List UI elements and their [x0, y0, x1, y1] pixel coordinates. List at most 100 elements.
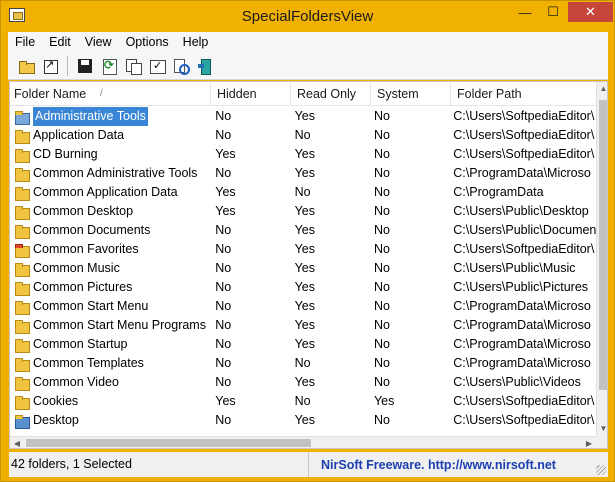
- table-row[interactable]: Common Start Menu Programs No Yes No C:\Prog…: [10, 316, 596, 335]
- table-row[interactable]: Common Desktop Yes Yes No C:\Users\Public\De…: [10, 202, 596, 221]
- toolbar-separator: [67, 55, 68, 76]
- title-bar[interactable]: SpecialFoldersView — ☐ ✕: [1, 1, 614, 32]
- cell-read-only: Yes: [294, 261, 315, 275]
- cell-hidden: No: [215, 299, 232, 313]
- folder-icon: [14, 261, 30, 277]
- cell-folder-path: C:\Users\Public\Pictures: [453, 280, 589, 294]
- cell-hidden: No: [215, 261, 232, 275]
- table-row[interactable]: Common Favorites No Yes No C:\Users\Softpedi…: [10, 240, 596, 259]
- cell-folder-name: Common Start Menu Programs: [10, 316, 209, 335]
- vertical-scrollbar[interactable]: ▲ ▼: [596, 82, 607, 436]
- folder-icon: [18, 58, 35, 74]
- cell-hidden: No: [215, 280, 232, 294]
- menu-file[interactable]: File: [8, 32, 42, 52]
- cell-system: No: [373, 128, 390, 142]
- table-row[interactable]: Common Templates No No No C:\ProgramData\Mic…: [10, 354, 596, 373]
- table-row[interactable]: Cookies Yes No Yes C:\Users\SoftpediaEditor\: [10, 392, 596, 411]
- column-header-hidden[interactable]: Hidden: [211, 82, 291, 106]
- table-row[interactable]: Common Administrative Tools No Yes No C:\Pro…: [10, 164, 596, 183]
- close-button[interactable]: ✕: [568, 2, 613, 22]
- exit-icon: [197, 58, 213, 75]
- scroll-down-icon[interactable]: ▼: [597, 422, 607, 436]
- cell-folder-name: Common Pictures: [10, 278, 209, 297]
- save-icon: [77, 58, 93, 74]
- status-count: 42 folders, 1 Selected: [9, 452, 309, 477]
- exit-button[interactable]: [194, 55, 216, 77]
- table-row[interactable]: Common Documents No Yes No C:\Users\Public\D…: [10, 221, 596, 240]
- folder-name-text: Common Documents: [33, 223, 151, 237]
- search-icon: [173, 58, 190, 75]
- cell-read-only: No: [294, 356, 311, 370]
- cell-system: No: [373, 337, 390, 351]
- folder-icon: [14, 337, 30, 353]
- cell-system: No: [373, 242, 390, 256]
- table-row[interactable]: Common Video No Yes No C:\Users\Public\Video…: [10, 373, 596, 392]
- cell-system: No: [373, 280, 390, 294]
- cell-system: No: [373, 204, 390, 218]
- menu-view[interactable]: View: [78, 32, 119, 52]
- cell-hidden: No: [215, 223, 232, 237]
- menu-help[interactable]: Help: [176, 32, 216, 52]
- refresh-button[interactable]: [98, 55, 120, 77]
- cell-read-only: Yes: [294, 337, 315, 351]
- open-button[interactable]: [39, 55, 61, 77]
- cell-folder-name: Common Administrative Tools: [10, 164, 209, 183]
- column-header-read-only[interactable]: Read Only: [291, 82, 371, 106]
- table-row[interactable]: Common Music No Yes No C:\Users\Public\Music: [10, 259, 596, 278]
- status-bar: 42 folders, 1 Selected NirSoft Freeware.…: [9, 452, 608, 477]
- table-row[interactable]: Desktop No Yes No C:\Users\SoftpediaEditor\: [10, 411, 596, 430]
- cell-read-only: Yes: [294, 204, 315, 218]
- folder-icon: [14, 147, 30, 163]
- open-folder-button[interactable]: [15, 55, 37, 77]
- menu-bar: File Edit View Options Help: [8, 32, 608, 52]
- open-icon: [42, 58, 58, 74]
- save-button[interactable]: [74, 55, 96, 77]
- minimize-button[interactable]: —: [511, 2, 539, 22]
- vertical-scroll-thumb[interactable]: [599, 100, 607, 390]
- scroll-up-icon[interactable]: ▲: [597, 82, 607, 96]
- folder-name-text: Common Start Menu Programs: [33, 318, 206, 332]
- properties-button[interactable]: [146, 55, 168, 77]
- horizontal-scrollbar[interactable]: ◀ ▶: [10, 436, 596, 448]
- cell-folder-path: C:\Users\Public\Documents: [453, 223, 596, 237]
- column-header-folder-path[interactable]: Folder Path: [451, 82, 601, 106]
- column-header-system[interactable]: System: [371, 82, 451, 106]
- folder-name-text: Common Administrative Tools: [33, 166, 198, 180]
- cell-read-only: Yes: [294, 166, 315, 180]
- cell-read-only: Yes: [294, 242, 315, 256]
- resize-grip-icon[interactable]: [596, 465, 606, 475]
- cell-folder-name: Desktop: [10, 411, 209, 430]
- menu-edit[interactable]: Edit: [42, 32, 78, 52]
- folder-icon: [14, 166, 30, 182]
- table-row[interactable]: Common Application Data Yes No No C:\Program…: [10, 183, 596, 202]
- list-rows: Administrative Tools No Yes No C:\Users\Soft…: [10, 107, 596, 430]
- scroll-left-icon[interactable]: ◀: [10, 437, 24, 448]
- cell-read-only: Yes: [294, 223, 315, 237]
- find-button[interactable]: [170, 55, 192, 77]
- copy-button[interactable]: [122, 55, 144, 77]
- folder-icon: [14, 299, 30, 315]
- cell-read-only: Yes: [294, 318, 315, 332]
- menu-options[interactable]: Options: [119, 32, 176, 52]
- table-row[interactable]: CD Burning Yes Yes No C:\Users\SoftpediaEdit…: [10, 145, 596, 164]
- folder-icon: [14, 394, 30, 410]
- cell-folder-path: C:\ProgramData\Microso: [453, 299, 591, 313]
- table-row[interactable]: Administrative Tools No Yes No C:\Users\Soft…: [10, 107, 596, 126]
- column-header-folder-name[interactable]: Folder Name /: [10, 82, 211, 106]
- cell-folder-path: C:\Users\SoftpediaEditor\: [453, 109, 595, 123]
- cell-folder-name: Common Startup: [10, 335, 209, 354]
- cell-hidden: No: [215, 318, 232, 332]
- table-row[interactable]: Common Start Menu No Yes No C:\ProgramData\M…: [10, 297, 596, 316]
- scroll-right-icon[interactable]: ▶: [582, 437, 596, 448]
- table-row[interactable]: Common Pictures No Yes No C:\Users\Public\Pi…: [10, 278, 596, 297]
- horizontal-scroll-thumb[interactable]: [26, 439, 311, 447]
- cell-folder-name: Common Desktop: [10, 202, 209, 221]
- table-row[interactable]: Common Startup No Yes No C:\ProgramData\Micr…: [10, 335, 596, 354]
- nirsoft-link[interactable]: NirSoft Freeware. http://www.nirsoft.net: [309, 458, 556, 472]
- folder-name-text: Cookies: [33, 394, 79, 408]
- table-row[interactable]: Application Data No No No C:\Users\Softpedia…: [10, 126, 596, 145]
- cell-read-only: Yes: [294, 147, 315, 161]
- folders-list[interactable]: Folder Name / Hidden Read Only System Fo…: [9, 81, 608, 449]
- maximize-button[interactable]: ☐: [539, 2, 567, 22]
- cell-system: No: [373, 147, 390, 161]
